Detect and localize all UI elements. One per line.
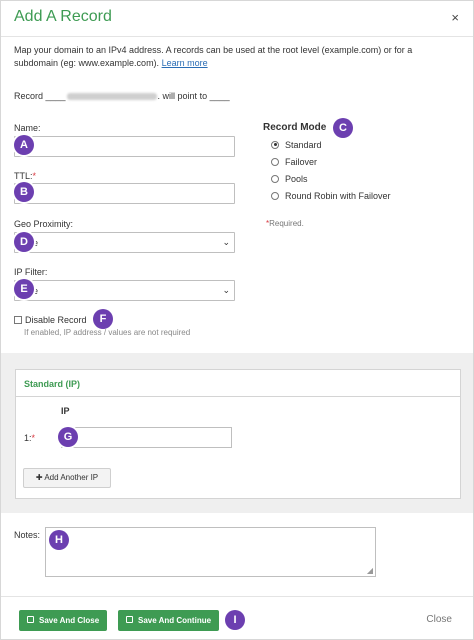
radio-round-robin-failover[interactable]: Round Robin with Failover bbox=[271, 191, 391, 201]
panel-title: Standard (IP) bbox=[24, 379, 81, 389]
disable-record-hint: If enabled, IP address / values are not … bbox=[24, 328, 191, 337]
radio-unselected-icon bbox=[271, 191, 279, 200]
radio-selected-icon bbox=[271, 140, 279, 149]
radio-failover-label: Failover bbox=[285, 157, 318, 167]
geo-proximity-label: Geo Proximity: bbox=[14, 219, 74, 229]
marker-g: G bbox=[58, 427, 78, 447]
ip-input[interactable] bbox=[61, 427, 232, 448]
marker-b: B bbox=[14, 182, 34, 202]
dialog-description: Map your domain to an IPv4 address. A re… bbox=[14, 44, 454, 70]
save-icon bbox=[126, 616, 133, 624]
geo-proximity-select[interactable]: e ⌄ bbox=[14, 232, 235, 253]
save-and-close-button[interactable]: Save And Close bbox=[19, 610, 108, 631]
chevron-down-icon: ⌄ bbox=[222, 237, 230, 247]
radio-pools-label: Pools bbox=[285, 174, 308, 184]
radio-unselected-icon bbox=[271, 174, 279, 183]
required-note: *Required. bbox=[266, 219, 304, 228]
radio-round-robin-label: Round Robin with Failover bbox=[285, 191, 391, 201]
dialog-footer: Save And Close Save And Continue I Close bbox=[1, 596, 473, 640]
ip-row-label: 1:* bbox=[24, 433, 35, 443]
add-another-ip-button[interactable]: ✚ Add Another IP bbox=[23, 468, 111, 488]
resize-handle-icon[interactable]: ◢ bbox=[367, 566, 373, 575]
name-input[interactable] bbox=[14, 136, 235, 157]
record-preview: Record ____ . will point to ____ bbox=[14, 91, 230, 101]
radio-standard[interactable]: Standard bbox=[271, 140, 322, 150]
ip-filter-select[interactable]: e ⌄ bbox=[14, 280, 235, 301]
ttl-label: TTL:* bbox=[14, 171, 36, 181]
dialog-header: Add A Record × bbox=[1, 1, 473, 37]
required-note-text: Required. bbox=[269, 219, 304, 228]
name-label: Name: bbox=[14, 123, 41, 133]
disable-record-checkbox[interactable] bbox=[14, 316, 22, 324]
radio-standard-label: Standard bbox=[285, 140, 322, 150]
ttl-required-mark: * bbox=[32, 171, 37, 181]
notes-textarea[interactable]: ◢ bbox=[45, 527, 376, 577]
marker-i: I bbox=[225, 610, 245, 630]
radio-unselected-icon bbox=[271, 157, 279, 166]
disable-record-label: Disable Record bbox=[25, 315, 87, 325]
description-text: Map your domain to an IPv4 address. A re… bbox=[14, 45, 413, 68]
radio-failover[interactable]: Failover bbox=[271, 157, 317, 167]
close-icon[interactable]: × bbox=[451, 10, 459, 25]
record-mode-title: Record Mode bbox=[263, 122, 327, 133]
standard-ip-panel: Standard (IP) IP 1:* G ✚ Add Another IP bbox=[15, 369, 461, 499]
save-and-continue-button[interactable]: Save And Continue bbox=[118, 610, 220, 631]
marker-d: D bbox=[14, 232, 34, 252]
marker-h: H bbox=[49, 530, 69, 550]
marker-f: F bbox=[93, 309, 113, 329]
record-suffix: . will point to ____ bbox=[157, 91, 230, 101]
add-another-ip-label: Add Another IP bbox=[44, 473, 99, 482]
learn-more-link[interactable]: Learn more bbox=[162, 58, 208, 68]
save-and-continue-label: Save And Continue bbox=[138, 616, 212, 625]
ttl-input[interactable] bbox=[14, 183, 235, 204]
dialog-title: Add A Record bbox=[14, 8, 112, 25]
marker-a: A bbox=[14, 135, 34, 155]
add-record-dialog: Add A Record × Map your domain to an IPv… bbox=[0, 0, 474, 640]
chevron-down-icon: ⌄ bbox=[222, 285, 230, 295]
save-icon bbox=[27, 616, 34, 624]
radio-pools[interactable]: Pools bbox=[271, 174, 308, 184]
panel-header: Standard (IP) bbox=[16, 370, 460, 397]
record-prefix: Record ____ bbox=[14, 91, 66, 101]
marker-c: C bbox=[333, 118, 353, 138]
save-and-close-label: Save And Close bbox=[39, 616, 100, 625]
marker-e: E bbox=[14, 279, 34, 299]
close-button[interactable]: Close bbox=[426, 614, 452, 625]
ip-row-required-mark: * bbox=[31, 433, 36, 443]
ttl-label-text: TTL: bbox=[14, 171, 33, 181]
ip-row-number: 1: bbox=[24, 433, 32, 443]
notes-label: Notes: bbox=[14, 530, 41, 540]
redacted-domain bbox=[66, 93, 157, 101]
ip-filter-label: IP Filter: bbox=[14, 267, 48, 277]
ip-column-header: IP bbox=[61, 406, 70, 416]
